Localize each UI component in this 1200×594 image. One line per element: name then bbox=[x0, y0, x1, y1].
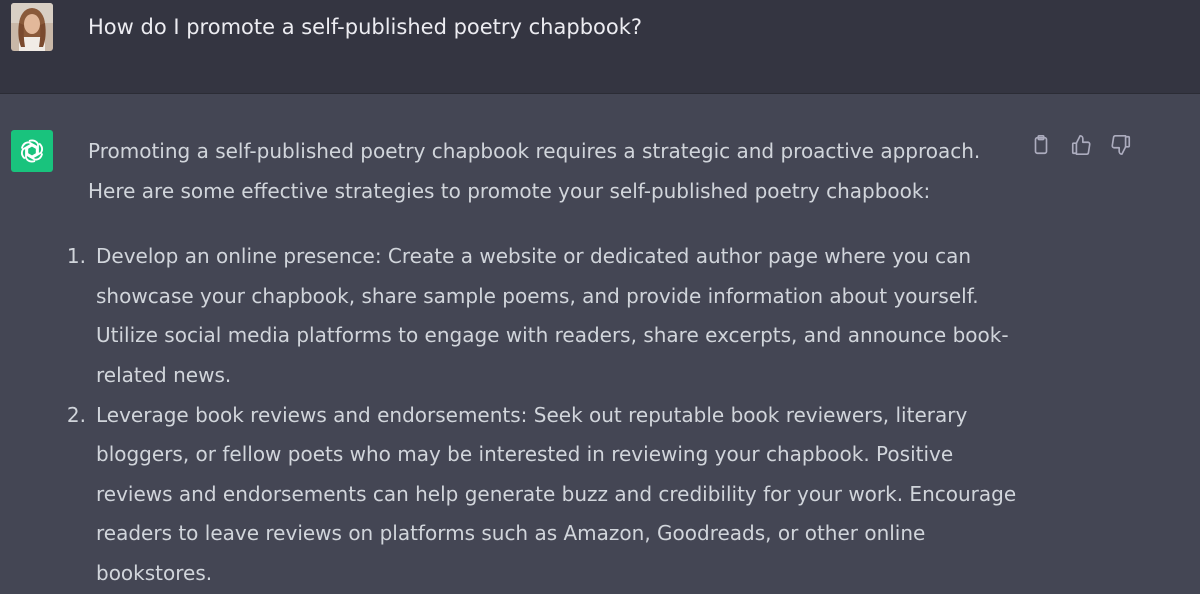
assistant-message-text: Promoting a self-published poetry chapbo… bbox=[67, 132, 1018, 594]
list-line: reviews and endorsements can help genera… bbox=[96, 481, 1017, 506]
assistant-message-row: Promoting a self-published poetry chapbo… bbox=[0, 94, 1200, 594]
strategy-list: 1. Develop an online presence: Create a … bbox=[67, 237, 1018, 594]
list-item: 2. Leverage book reviews and endorsement… bbox=[67, 396, 1018, 594]
user-avatar bbox=[11, 3, 53, 51]
chatgpt-logo-icon bbox=[11, 130, 53, 172]
copy-button[interactable] bbox=[1028, 132, 1054, 158]
user-message-row: How do I promote a self-published poetry… bbox=[0, 0, 1200, 94]
list-line: Leverage book reviews and endorsements: … bbox=[96, 402, 968, 427]
list-line: readers to leave reviews on platforms su… bbox=[96, 521, 926, 546]
message-actions bbox=[1028, 132, 1134, 158]
list-line: Utilize social media platforms to engage… bbox=[96, 323, 1009, 348]
list-line: bloggers, or fellow poets who may be int… bbox=[96, 442, 954, 467]
thumbs-down-button[interactable] bbox=[1108, 132, 1134, 158]
thumbs-up-icon bbox=[1071, 135, 1091, 155]
list-line: bookstores. bbox=[96, 560, 213, 585]
thumbs-up-button[interactable] bbox=[1068, 132, 1094, 158]
user-message-text: How do I promote a self-published poetry… bbox=[88, 15, 643, 39]
clipboard-icon bbox=[1034, 135, 1048, 155]
list-line: related news. bbox=[96, 362, 232, 387]
list-line: showcase your chapbook, share sample poe… bbox=[96, 283, 979, 308]
thumbs-down-icon bbox=[1111, 135, 1131, 155]
list-item: 1. Develop an online presence: Create a … bbox=[67, 237, 1018, 395]
intro-line: Here are some effective strategies to pr… bbox=[88, 178, 931, 203]
list-number: 2. bbox=[66, 402, 86, 427]
list-number: 1. bbox=[66, 244, 86, 269]
intro-paragraph: Promoting a self-published poetry chapbo… bbox=[88, 132, 1018, 211]
intro-line: Promoting a self-published poetry chapbo… bbox=[88, 139, 981, 163]
list-line: Develop an online presence: Create a web… bbox=[96, 244, 972, 269]
